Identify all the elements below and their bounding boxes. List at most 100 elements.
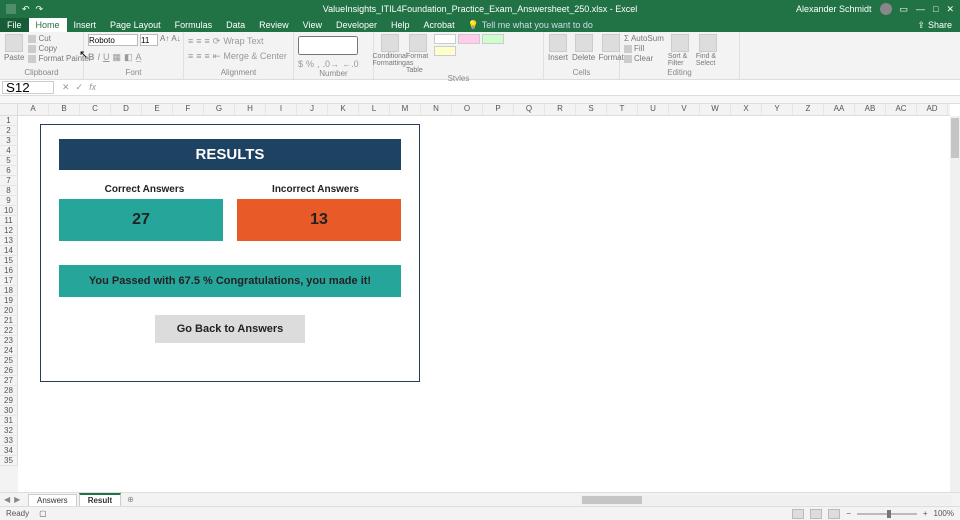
page-break-view-icon[interactable] xyxy=(828,509,840,519)
macro-record-icon[interactable]: ▢ xyxy=(39,509,47,518)
tab-review[interactable]: Review xyxy=(252,18,296,32)
name-box[interactable] xyxy=(2,81,54,94)
align-left-icon[interactable]: ≡ xyxy=(188,51,193,62)
number-format-select[interactable] xyxy=(298,36,358,55)
tab-view[interactable]: View xyxy=(296,18,329,32)
row-header[interactable]: 33 xyxy=(0,436,18,446)
currency-icon[interactable]: $ xyxy=(298,59,303,69)
fill-button[interactable]: Fill xyxy=(624,44,664,53)
zoom-slider[interactable] xyxy=(857,513,917,515)
column-header[interactable]: Y xyxy=(762,104,793,115)
row-header[interactable]: 12 xyxy=(0,226,18,236)
user-avatar-icon[interactable] xyxy=(880,3,892,15)
cells-canvas[interactable]: RESULTS Correct Answers Incorrect Answer… xyxy=(18,116,950,492)
sheet-tab-answers[interactable]: Answers xyxy=(28,494,77,506)
row-header[interactable]: 31 xyxy=(0,416,18,426)
align-middle-icon[interactable]: ≡ xyxy=(196,36,201,47)
column-header[interactable]: G xyxy=(204,104,235,115)
row-headers[interactable]: 1234567891011121314151617181920212223242… xyxy=(0,116,18,492)
row-header[interactable]: 18 xyxy=(0,286,18,296)
column-header[interactable]: K xyxy=(328,104,359,115)
format-painter-button[interactable]: Format Painter xyxy=(28,54,91,63)
tab-home[interactable]: Home xyxy=(29,18,67,32)
tab-page-layout[interactable]: Page Layout xyxy=(103,18,168,32)
tab-data[interactable]: Data xyxy=(219,18,252,32)
column-header[interactable]: O xyxy=(452,104,483,115)
tab-file[interactable]: File xyxy=(0,18,29,32)
percent-icon[interactable]: % xyxy=(306,59,314,69)
row-header[interactable]: 23 xyxy=(0,336,18,346)
column-header[interactable]: D xyxy=(111,104,142,115)
column-header[interactable]: U xyxy=(638,104,669,115)
maximize-icon[interactable]: □ xyxy=(933,4,938,14)
format-as-table-button[interactable]: Format as Table xyxy=(406,34,430,74)
column-header[interactable]: R xyxy=(545,104,576,115)
conditional-formatting-button[interactable]: Conditional Formatting xyxy=(378,34,402,67)
column-header[interactable]: A xyxy=(18,104,49,115)
page-layout-view-icon[interactable] xyxy=(810,509,822,519)
insert-cells-button[interactable]: Insert xyxy=(548,34,568,62)
row-header[interactable]: 17 xyxy=(0,276,18,286)
row-header[interactable]: 7 xyxy=(0,176,18,186)
minimize-icon[interactable]: — xyxy=(916,4,925,14)
align-bottom-icon[interactable]: ≡ xyxy=(205,36,210,47)
indent-icon[interactable]: ⇤ xyxy=(213,51,221,62)
row-header[interactable]: 35 xyxy=(0,456,18,466)
column-header[interactable]: X xyxy=(731,104,762,115)
tab-developer[interactable]: Developer xyxy=(329,18,384,32)
redo-icon[interactable]: ↷ xyxy=(36,4,44,15)
row-header[interactable]: 13 xyxy=(0,236,18,246)
row-header[interactable]: 2 xyxy=(0,126,18,136)
share-button[interactable]: ⇪ Share xyxy=(917,18,960,32)
ribbon-options-icon[interactable]: ▭ xyxy=(900,4,909,15)
column-header[interactable]: N xyxy=(421,104,452,115)
tab-acrobat[interactable]: Acrobat xyxy=(417,18,462,32)
tab-help[interactable]: Help xyxy=(384,18,417,32)
column-header[interactable]: AA xyxy=(824,104,855,115)
copy-button[interactable]: Copy xyxy=(28,44,91,53)
row-header[interactable]: 16 xyxy=(0,266,18,276)
underline-button[interactable]: U xyxy=(103,52,110,63)
bold-button[interactable]: B xyxy=(88,52,95,63)
column-header[interactable]: W xyxy=(700,104,731,115)
cancel-formula-icon[interactable]: ✕ xyxy=(62,82,70,93)
column-header[interactable]: I xyxy=(266,104,297,115)
row-header[interactable]: 19 xyxy=(0,296,18,306)
row-header[interactable]: 21 xyxy=(0,316,18,326)
sheet-prev-icon[interactable]: ◀ xyxy=(4,495,10,504)
comma-icon[interactable]: , xyxy=(317,59,320,69)
horizontal-scrollbar[interactable] xyxy=(580,495,952,505)
border-button[interactable]: ▦ xyxy=(113,52,122,63)
undo-icon[interactable]: ↶ xyxy=(22,4,30,15)
row-header[interactable]: 30 xyxy=(0,406,18,416)
enter-formula-icon[interactable]: ✓ xyxy=(76,82,84,93)
font-size-select[interactable] xyxy=(140,34,158,46)
row-header[interactable]: 34 xyxy=(0,446,18,456)
cell-styles-gallery[interactable] xyxy=(434,34,514,56)
fill-color-button[interactable]: ◧ xyxy=(124,52,133,63)
font-name-select[interactable] xyxy=(88,34,138,46)
wrap-text-button[interactable]: Wrap Text xyxy=(223,36,263,47)
column-headers[interactable]: ABCDEFGHIJKLMNOPQRSTUVWXYZAAABACAD xyxy=(18,104,950,116)
delete-cells-button[interactable]: Delete xyxy=(572,34,595,62)
sheet-next-icon[interactable]: ▶ xyxy=(14,495,20,504)
paste-button[interactable]: Paste xyxy=(4,34,24,62)
row-header[interactable]: 25 xyxy=(0,356,18,366)
row-header[interactable]: 5 xyxy=(0,156,18,166)
tell-me-search[interactable]: 💡 Tell me what you want to do xyxy=(468,18,593,32)
column-header[interactable]: H xyxy=(235,104,266,115)
autosum-button[interactable]: ΣAutoSum xyxy=(624,34,664,43)
horizontal-scroll-thumb[interactable] xyxy=(582,496,642,504)
find-select-button[interactable]: Find & Select xyxy=(696,34,720,67)
row-header[interactable]: 29 xyxy=(0,396,18,406)
row-header[interactable]: 14 xyxy=(0,246,18,256)
zoom-in-button[interactable]: + xyxy=(923,509,928,518)
close-icon[interactable]: ✕ xyxy=(946,4,954,15)
decrease-decimal-icon[interactable]: ←.0 xyxy=(342,59,359,69)
row-header[interactable]: 28 xyxy=(0,386,18,396)
column-header[interactable]: P xyxy=(483,104,514,115)
orientation-icon[interactable]: ⟳ xyxy=(213,36,221,47)
cut-button[interactable]: Cut xyxy=(28,34,91,43)
decrease-font-icon[interactable]: A↓ xyxy=(171,34,180,46)
font-color-button[interactable]: A̲ xyxy=(136,52,142,63)
